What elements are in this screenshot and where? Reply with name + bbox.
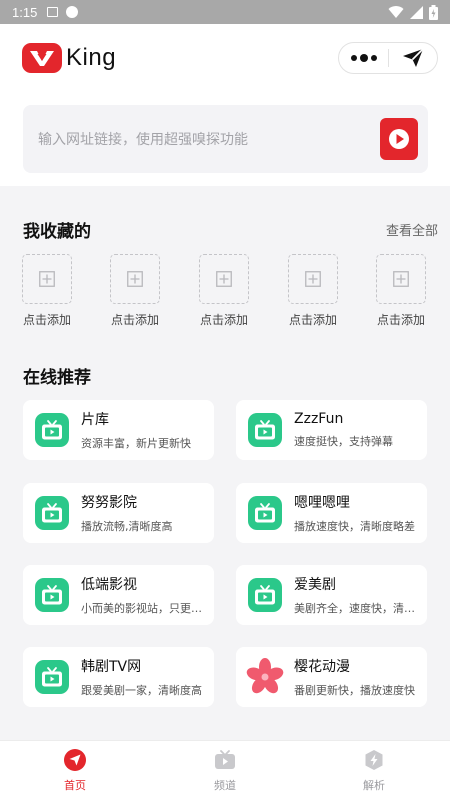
- card-title: 樱花动漫: [294, 659, 350, 675]
- paper-plane-icon: [64, 749, 86, 771]
- dot-icon: [359, 54, 368, 62]
- dot-icon: [370, 55, 377, 61]
- card-title: 低端影视: [81, 577, 137, 593]
- wifi-icon: [388, 5, 404, 18]
- tv-icon: [214, 749, 236, 771]
- favorite-add-slot[interactable]: 点击添加: [100, 254, 170, 328]
- recommend-card[interactable]: 韩剧TV网 跟爱美剧一家，清晰度高: [23, 647, 214, 707]
- card-desc: 番剧更新快，播放速度快: [294, 684, 415, 697]
- tv-icon: [248, 496, 282, 530]
- card-title: 爱美剧: [294, 577, 336, 593]
- bottom-tab-bar: 首页 频道 解析: [0, 740, 450, 800]
- share-button[interactable]: [389, 43, 437, 73]
- search-placeholder: 输入网址链接，使用超强嗅探功能: [38, 132, 248, 148]
- status-bar: 1:15: [0, 0, 450, 24]
- favorite-add-label: 点击添加: [376, 313, 425, 327]
- add-box-icon: [110, 254, 160, 304]
- card-title: 韩剧TV网: [81, 659, 142, 675]
- card-title: ZzzFun: [294, 411, 344, 427]
- tab-channels-label: 频道: [214, 779, 236, 792]
- tv-icon: [35, 413, 69, 447]
- card-desc: 速度挺快，支持弹幕: [294, 435, 393, 448]
- favorite-add-slot[interactable]: 点击添加: [278, 254, 348, 328]
- recommend-card[interactable]: 片库 资源丰富，新片更新快: [23, 400, 214, 460]
- app-logo: King: [22, 43, 116, 73]
- notification-dot-icon: [66, 6, 79, 18]
- signal-icon: [410, 5, 423, 19]
- tv-icon: [248, 578, 282, 612]
- recommend-card[interactable]: 爱美剧 美剧齐全，速度快，清晰度高: [236, 565, 427, 625]
- card-desc: 播放速度快，清晰度略差: [294, 520, 415, 533]
- favorite-add-label: 点击添加: [22, 313, 71, 327]
- favorite-add-label: 点击添加: [110, 313, 159, 327]
- tab-parse[interactable]: 解析: [334, 749, 414, 793]
- add-box-icon: [199, 254, 249, 304]
- favorite-add-slot[interactable]: 点击添加: [366, 254, 436, 328]
- favorite-add-label: 点击添加: [199, 313, 248, 327]
- card-desc: 美剧齐全，速度快，清晰度高: [294, 602, 416, 615]
- tab-channels[interactable]: 频道: [185, 749, 265, 793]
- paper-plane-icon: [402, 48, 424, 67]
- recommend-card[interactable]: 樱花动漫 番剧更新快，播放速度快: [236, 647, 427, 707]
- card-title: 努努影院: [81, 495, 137, 511]
- card-desc: 资源丰富，新片更新快: [81, 437, 191, 450]
- play-icon: [389, 129, 409, 149]
- favorite-add-label: 点击添加: [288, 313, 337, 327]
- recommend-card[interactable]: 努努影院 播放流畅,清晰度高: [23, 483, 214, 543]
- image-notification-icon: [47, 7, 59, 17]
- card-desc: 播放流畅,清晰度高: [81, 520, 173, 533]
- add-box-icon: [376, 254, 426, 304]
- favorite-add-slot[interactable]: 点击添加: [12, 254, 82, 328]
- tv-icon: [35, 496, 69, 530]
- lightning-shield-icon: [363, 749, 385, 771]
- tab-parse-label: 解析: [363, 779, 385, 792]
- battery-icon: [429, 4, 438, 20]
- tv-icon: [35, 660, 69, 694]
- add-box-icon: [22, 254, 72, 304]
- favorites-title: 我收藏的: [23, 222, 91, 242]
- tab-home[interactable]: 首页: [35, 749, 115, 793]
- status-time: 1:15: [12, 4, 38, 20]
- card-desc: 跟爱美剧一家，清晰度高: [81, 684, 202, 697]
- header: King 输入网址链接，使用超强嗅探功能: [0, 24, 450, 186]
- card-desc: 小而美的影视站，只更新精品: [81, 602, 203, 615]
- mini-program-capsule: [338, 42, 438, 74]
- sakura-icon: [246, 658, 284, 694]
- see-all-link[interactable]: 查看全部: [386, 220, 438, 239]
- recommend-card[interactable]: ZzzFun 速度挺快，支持弹幕: [236, 400, 427, 460]
- favorite-add-slot[interactable]: 点击添加: [189, 254, 259, 328]
- tv-icon: [248, 413, 282, 447]
- logo-v-icon: [22, 43, 62, 73]
- logo-text: King: [66, 44, 117, 71]
- recommend-card[interactable]: 低端影视 小而美的影视站，只更新精品: [23, 565, 214, 625]
- sniff-play-button[interactable]: [380, 118, 418, 160]
- recommend-card[interactable]: 嗯哩嗯哩 播放速度快，清晰度略差: [236, 483, 427, 543]
- add-box-icon: [288, 254, 338, 304]
- more-menu-button[interactable]: [339, 43, 388, 73]
- card-title: 片库: [81, 412, 109, 428]
- tv-icon: [35, 578, 69, 612]
- tab-home-label: 首页: [64, 779, 86, 792]
- url-search-bar[interactable]: 输入网址链接，使用超强嗅探功能: [23, 105, 428, 173]
- card-title: 嗯哩嗯哩: [294, 495, 350, 511]
- dot-icon: [350, 55, 357, 61]
- recommend-title: 在线推荐: [23, 368, 91, 388]
